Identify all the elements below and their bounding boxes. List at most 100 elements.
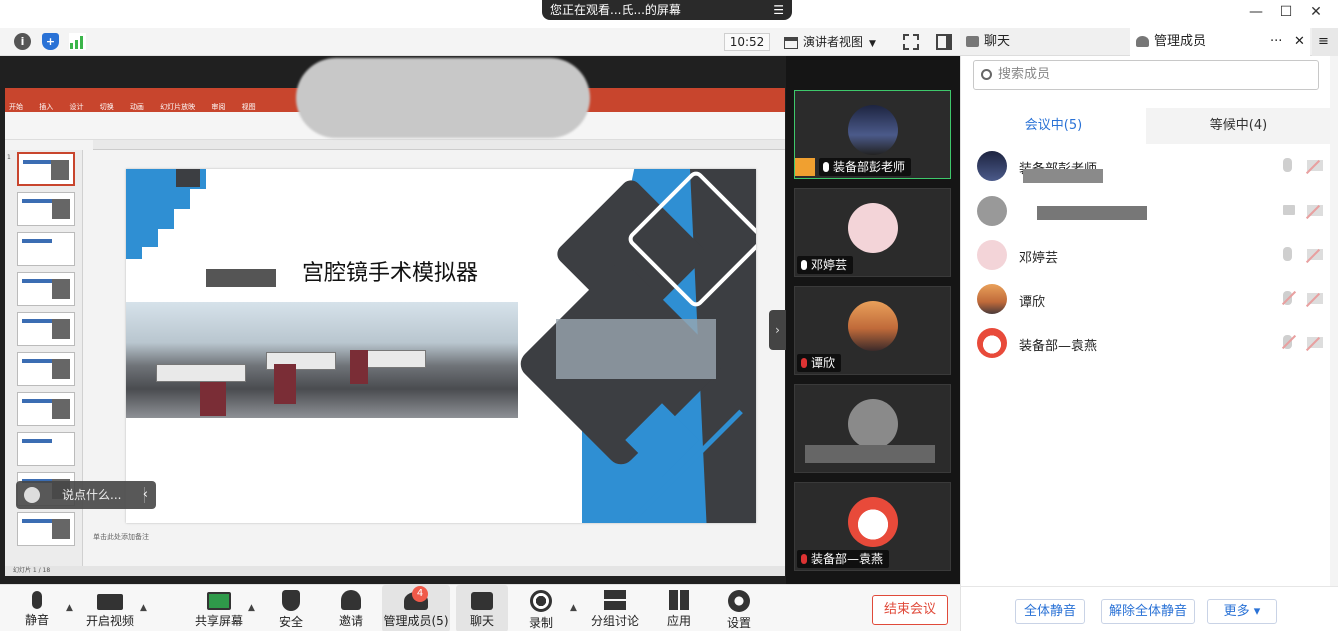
video-tile-name: 谭欣	[797, 354, 842, 372]
panel-menu-icon[interactable]: ≡	[1312, 28, 1338, 56]
close-window-button[interactable]: ✕	[1306, 4, 1326, 20]
ppt-tab[interactable]: 开始	[9, 103, 23, 111]
slide-thumbnail[interactable]	[17, 152, 75, 186]
speaker-view-icon	[784, 36, 798, 49]
slide-thumbnail[interactable]	[17, 272, 75, 306]
video-tile[interactable]: 装备部—袁燕	[794, 482, 951, 571]
ppt-tab[interactable]: 切换	[100, 103, 114, 111]
member-row[interactable]: 谭欣	[977, 284, 1327, 314]
signal-icon[interactable]	[69, 33, 86, 50]
simulation-lab-photo	[126, 302, 518, 418]
ppt-tab[interactable]: 设计	[69, 103, 83, 111]
breakout-rooms-button[interactable]: 分组讨论	[590, 585, 640, 631]
invite-button[interactable]: 邀请	[332, 585, 370, 631]
camera-off-icon[interactable]	[1307, 205, 1323, 216]
chevron-up-icon[interactable]: ▲	[570, 603, 577, 613]
slide-thumbnail[interactable]	[17, 392, 75, 426]
more-button[interactable]: 更多 ▾	[1207, 599, 1277, 624]
chevron-up-icon[interactable]: ▲	[66, 603, 73, 613]
menu-icon[interactable]: ☰	[773, 0, 784, 20]
ppt-tab[interactable]: 审阅	[211, 103, 225, 111]
video-button[interactable]: 开启视频	[86, 585, 134, 631]
member-row[interactable]	[977, 196, 1327, 226]
member-row[interactable]: 邓婷芸	[977, 240, 1327, 270]
smiley-icon[interactable]	[24, 487, 40, 503]
ppt-tab[interactable]: 幻灯片放映	[160, 103, 195, 111]
tab-waiting-room[interactable]: 等候中(4)	[1146, 108, 1331, 144]
camera-off-icon[interactable]	[1307, 293, 1323, 304]
share-banner[interactable]: 您正在观看...氏...的屏幕 ☰	[542, 0, 792, 20]
video-tile[interactable]: 邓婷芸	[794, 188, 951, 277]
shield-icon[interactable]: +	[42, 33, 59, 50]
tab-in-meeting[interactable]: 会议中(5)	[961, 108, 1146, 144]
invite-label: 邀请	[338, 614, 363, 628]
end-meeting-button[interactable]: 结束会议	[872, 595, 948, 625]
tab-chat-label: 聊天	[984, 34, 1011, 49]
slide-thumbnail[interactable]	[17, 312, 75, 346]
camera-off-icon[interactable]	[1307, 249, 1323, 260]
member-row[interactable]: 装备部彭老师	[977, 151, 1327, 183]
ppt-tab[interactable]: 视图	[242, 103, 256, 111]
tab-chat[interactable]: 聊天	[960, 28, 1130, 56]
video-tile[interactable]: 谭欣	[794, 286, 951, 375]
mic-icon	[801, 260, 807, 270]
split-layout-icon[interactable]	[936, 34, 952, 50]
settings-button[interactable]: 设置	[722, 585, 756, 631]
share-screen-button[interactable]: 共享屏幕	[194, 585, 244, 631]
slide-thumbnail[interactable]	[17, 192, 75, 226]
camera-off-icon[interactable]	[1307, 337, 1323, 348]
shared-screen: 开始 插入 设计 切换 动画 幻灯片放映 审阅 视图 1 宫腔镜手术模拟器 单击…	[0, 56, 786, 584]
info-icon[interactable]: i	[14, 33, 31, 50]
close-panel-button[interactable]: ✕	[1288, 28, 1312, 56]
security-label: 安全	[278, 615, 303, 629]
collapse-chat-button[interactable]: ‹	[143, 481, 148, 509]
maximize-button[interactable]: ☐	[1276, 4, 1296, 20]
collapse-video-strip-handle[interactable]: ›	[769, 310, 786, 350]
ppt-tab[interactable]: 动画	[130, 103, 144, 111]
mute-label: 静音	[24, 613, 49, 627]
minimize-button[interactable]: —	[1246, 4, 1266, 20]
breakout-label: 分组讨论	[590, 614, 639, 628]
chat-button[interactable]: 聊天	[456, 585, 508, 631]
slide-thumbnail[interactable]	[17, 512, 75, 546]
quick-chat-input[interactable]: 说点什么... ‹	[16, 481, 156, 509]
current-slide: 宫腔镜手术模拟器	[126, 169, 756, 523]
mic-icon[interactable]	[1283, 158, 1292, 172]
mic-icon	[823, 162, 829, 172]
video-tile[interactable]	[794, 384, 951, 473]
record-button[interactable]: 录制	[524, 585, 558, 631]
add-person-icon	[341, 590, 361, 610]
mic-muted-icon[interactable]	[1283, 335, 1292, 349]
mic-muted-icon	[801, 554, 807, 564]
mute-all-button[interactable]: 全体静音	[1015, 599, 1085, 624]
slide-thumbnail[interactable]	[17, 432, 75, 466]
share-banner-text: 您正在观看...氏...的屏幕	[550, 3, 681, 17]
fullscreen-icon[interactable]	[903, 34, 919, 50]
video-tile[interactable]: 装备部彭老师	[794, 90, 951, 179]
ppt-tab[interactable]: 插入	[39, 103, 53, 111]
mic-icon[interactable]	[1283, 247, 1292, 261]
slide-thumbnail[interactable]	[17, 232, 75, 266]
member-name: 谭欣	[1019, 295, 1046, 310]
manage-members-button[interactable]: 4 管理成员(5)	[382, 585, 450, 631]
camera-off-icon[interactable]	[1307, 160, 1323, 171]
panel-scrollbar[interactable]	[1330, 56, 1338, 586]
share-screen-icon	[207, 592, 231, 610]
member-row[interactable]: 装备部—袁燕	[977, 328, 1327, 358]
security-button[interactable]: 安全	[274, 585, 308, 631]
chevron-up-icon[interactable]: ▲	[248, 603, 255, 613]
slide-thumbnail[interactable]	[17, 352, 75, 386]
video-label: 开启视频	[86, 614, 135, 628]
view-mode-dropdown[interactable]: 演讲者视图 ▼	[784, 32, 890, 52]
view-mode-label: 演讲者视图	[803, 35, 864, 49]
slide-notes[interactable]: 单击此处添加备注	[93, 532, 149, 542]
unmute-all-button[interactable]: 解除全体静音	[1101, 599, 1195, 624]
apps-button[interactable]: 应用	[662, 585, 696, 631]
panel-footer: 全体静音 解除全体静音 更多 ▾	[960, 586, 1338, 631]
chevron-up-icon[interactable]: ▲	[140, 603, 147, 613]
mute-button[interactable]: 静音	[20, 585, 54, 631]
search-members-input[interactable]: 搜索成员	[973, 60, 1319, 90]
mic-muted-icon[interactable]	[1283, 291, 1292, 305]
avatar	[848, 105, 898, 155]
screen-share-icon[interactable]	[1283, 205, 1295, 215]
